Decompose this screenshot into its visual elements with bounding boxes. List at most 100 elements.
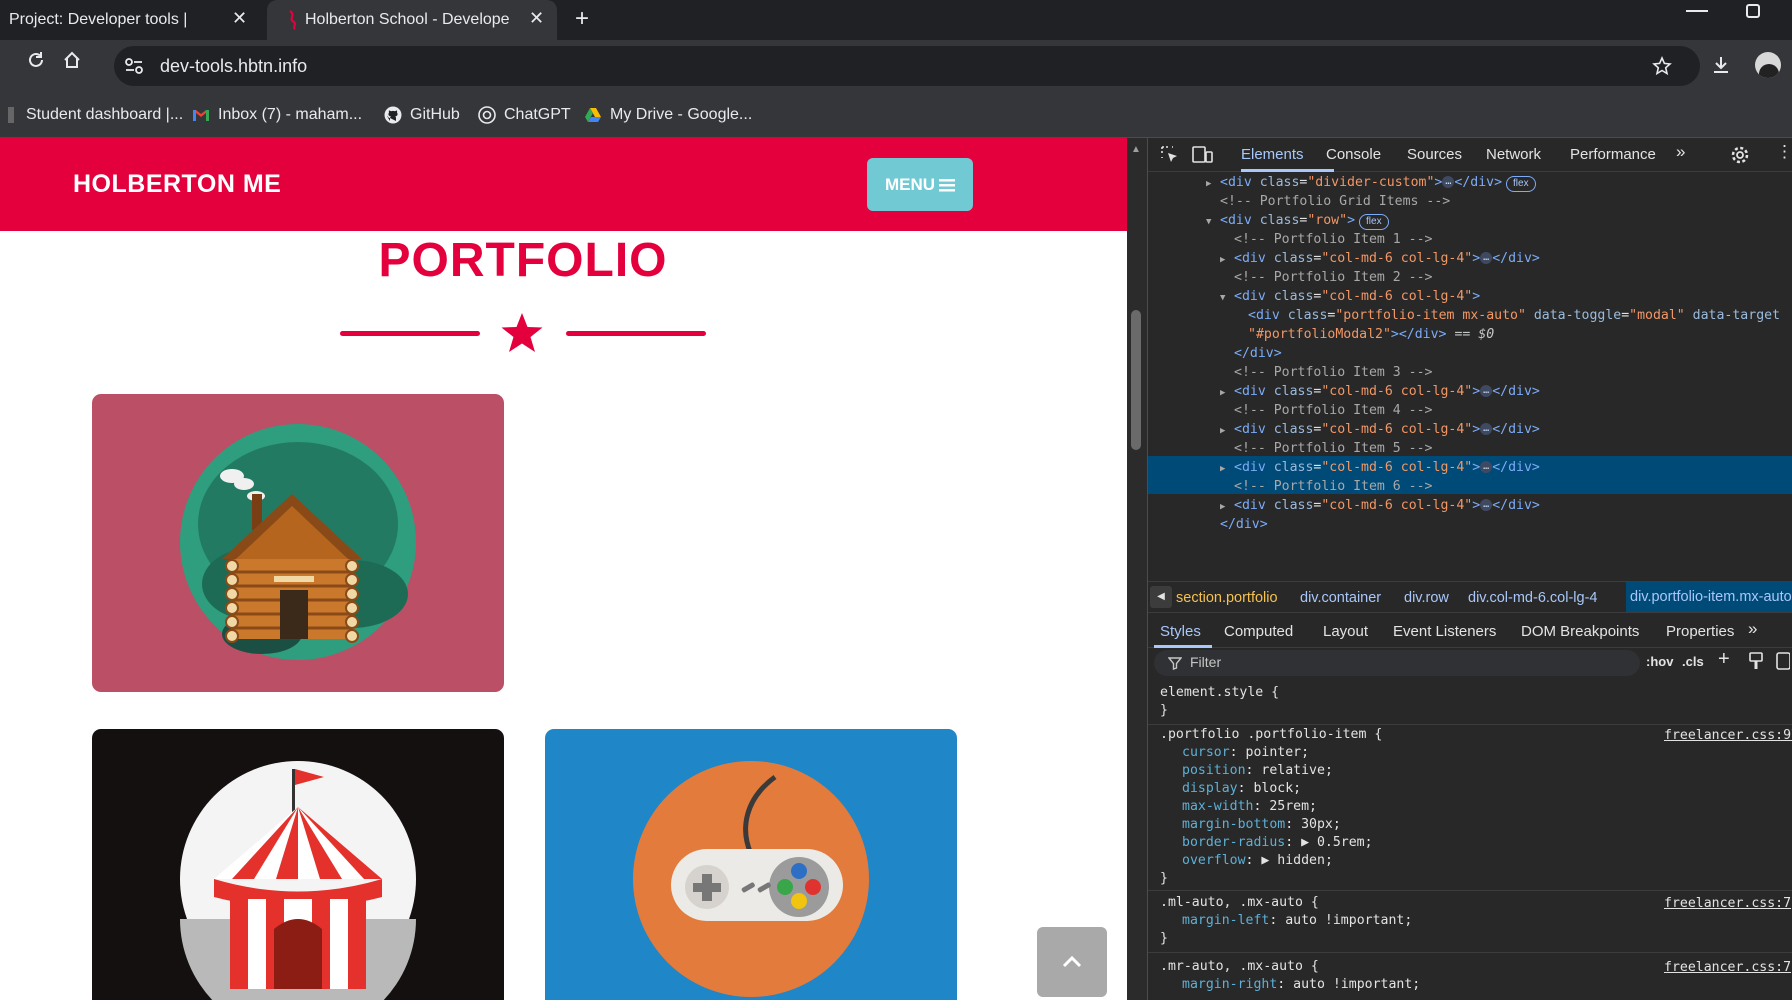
tab-network[interactable]: Network — [1486, 146, 1541, 163]
tab-event-listeners[interactable]: Event Listeners — [1393, 623, 1496, 640]
collapse-node-icon[interactable]: ▼ — [1206, 212, 1220, 233]
rule-source-link[interactable]: freelancer.css:7 — [1664, 960, 1791, 975]
new-style-rule-icon[interactable]: + — [1718, 648, 1730, 671]
minimize-window-icon[interactable] — [1686, 10, 1708, 12]
collapsed-children-icon[interactable]: … — [1480, 385, 1493, 397]
breadcrumb-scroll-left-icon[interactable]: ◀ — [1150, 586, 1172, 608]
css-declaration[interactable]: position: relative; — [1182, 762, 1333, 780]
dom-node-line[interactable]: </div> — [1220, 343, 1282, 364]
profile-avatar[interactable] — [1755, 52, 1781, 78]
class-toggle[interactable]: .cls — [1682, 654, 1704, 669]
rule-source-link[interactable]: freelancer.css:7 — [1664, 896, 1791, 911]
dom-node-line[interactable]: ▶ <div class="col-md-6 col-lg-4">… </div> — [1220, 381, 1540, 402]
collapsed-children-icon[interactable]: … — [1480, 461, 1493, 473]
more-subtabs-chevron-icon[interactable]: » — [1748, 619, 1757, 639]
collapsed-children-icon[interactable]: … — [1480, 252, 1493, 264]
portfolio-item-cabin[interactable] — [92, 394, 504, 692]
close-tab-icon[interactable]: ✕ — [529, 8, 544, 29]
more-tabs-chevron-icon[interactable]: » — [1676, 142, 1685, 162]
site-brand[interactable]: HOLBERTON ME — [73, 170, 281, 199]
bookmark-gmail[interactable]: Inbox (7) - maham... — [192, 92, 362, 138]
breadcrumb-item[interactable]: div.row — [1404, 590, 1449, 606]
tab-developer-tools-project[interactable]: Project: Developer tools | Holberton ✕ — [0, 0, 262, 40]
breadcrumb-item[interactable]: div.col-md-6.col-lg-4 — [1468, 590, 1597, 606]
menu-button[interactable]: MENU — [867, 158, 973, 211]
dom-node-line[interactable]: <!-- Portfolio Item 6 --> — [1220, 476, 1433, 497]
dom-node-line[interactable]: <!-- Portfolio Item 3 --> — [1220, 362, 1433, 383]
dom-node-line[interactable]: <!-- Portfolio Item 4 --> — [1220, 400, 1433, 421]
element-style-rule[interactable]: element.style { — [1160, 684, 1279, 702]
more-options-kebab-icon[interactable]: ⋮ — [1776, 142, 1792, 162]
portfolio-item-game[interactable] — [545, 729, 957, 1000]
css-declaration[interactable]: margin-bottom: 30px; — [1182, 816, 1341, 834]
css-declaration[interactable]: max-width: 25rem; — [1182, 798, 1317, 816]
bookmark-google-drive[interactable]: My Drive - Google... — [584, 92, 752, 138]
tab-console[interactable]: Console — [1326, 146, 1381, 163]
address-bar[interactable]: dev-tools.hbtn.info — [114, 46, 1700, 86]
tab-styles[interactable]: Styles — [1160, 623, 1201, 640]
rule-selector[interactable]: .mr-auto, .mx-auto { — [1160, 958, 1319, 976]
restore-window-icon[interactable] — [1746, 4, 1760, 18]
collapse-node-icon[interactable]: ▼ — [1220, 288, 1234, 309]
rule-selector[interactable]: .ml-auto, .mx-auto { — [1160, 894, 1319, 912]
dom-node-line[interactable]: ▶ <div class="col-md-6 col-lg-4">… </div> — [1220, 248, 1540, 269]
download-icon[interactable] — [1710, 54, 1732, 76]
breadcrumb-item-selected[interactable]: div.portfolio-item.mx-auto — [1626, 582, 1792, 612]
close-tab-icon[interactable]: ✕ — [232, 8, 247, 29]
dom-node-line[interactable]: <!-- Portfolio Item 1 --> — [1220, 229, 1433, 250]
css-declaration[interactable]: cursor: pointer; — [1182, 744, 1309, 762]
tab-dom-breakpoints[interactable]: DOM Breakpoints — [1521, 623, 1639, 640]
css-declaration[interactable]: display: block; — [1182, 780, 1301, 798]
tab-performance[interactable]: Performance — [1570, 146, 1656, 163]
tab-holberton-school[interactable]: Holberton School - Developer tools ✕ — [267, 0, 557, 40]
paint-brush-icon[interactable] — [1748, 652, 1764, 670]
dom-node-line[interactable]: ▶ <div class="divider-custom">… </div> flex — [1206, 172, 1536, 193]
site-info-icon[interactable] — [124, 57, 144, 75]
home-icon[interactable] — [62, 50, 82, 70]
breadcrumb-item[interactable]: div.container — [1300, 590, 1381, 606]
dom-node-line[interactable]: ▶ <div class="col-md-6 col-lg-4">… </div> — [1220, 457, 1540, 478]
dom-node-line[interactable]: <!-- Portfolio Grid Items --> — [1206, 191, 1450, 212]
flex-badge[interactable]: flex — [1359, 214, 1389, 230]
scroll-to-top-button[interactable] — [1037, 927, 1107, 997]
dom-node-line[interactable]: ▶ <div class="col-md-6 col-lg-4">… </div> — [1220, 495, 1540, 516]
styles-filter-input[interactable]: Filter — [1154, 650, 1640, 676]
css-declaration[interactable]: border-radius: ▶ 0.5rem; — [1182, 834, 1373, 852]
rule-source-link[interactable]: freelancer.css:97 — [1664, 728, 1792, 743]
breadcrumb-item[interactable]: section.portfolio — [1176, 590, 1278, 606]
scroll-up-arrow-icon[interactable]: ▲ — [1131, 144, 1141, 155]
dom-tree[interactable]: ▶ <div class="divider-custom">… </div> flex… — [1148, 172, 1792, 582]
rule-selector[interactable]: .portfolio .portfolio-item { — [1160, 726, 1382, 744]
reload-icon[interactable] — [26, 50, 46, 70]
tab-layout[interactable]: Layout — [1323, 623, 1368, 640]
dom-node-line[interactable]: <!-- Portfolio Item 2 --> — [1220, 267, 1433, 288]
dom-node-line[interactable]: "#portfolioModal2"></div> == $0 — [1234, 324, 1494, 345]
css-declaration[interactable]: margin-left: auto !important; — [1182, 912, 1412, 930]
device-toolbar-icon[interactable] — [1192, 145, 1214, 165]
page-scrollbar-thumb[interactable] — [1131, 310, 1141, 450]
portfolio-item-circus[interactable] — [92, 729, 504, 1000]
dom-node-line[interactable]: ▶ <div class="col-md-6 col-lg-4">… </div> — [1220, 419, 1540, 440]
dom-node-line[interactable]: ⋯<div class="portfolio-item mx-auto" dat… — [1234, 305, 1780, 326]
collapsed-children-icon[interactable]: … — [1442, 176, 1455, 188]
new-tab-button[interactable]: + — [570, 0, 594, 40]
inspect-element-icon[interactable] — [1160, 145, 1180, 165]
css-declaration[interactable]: margin-right: auto !important; — [1182, 976, 1420, 994]
settings-gear-icon[interactable] — [1730, 145, 1750, 165]
hover-state-toggle[interactable]: :hov — [1646, 654, 1673, 669]
dom-node-line[interactable]: ▼ <div class="col-md-6 col-lg-4"> — [1220, 286, 1480, 307]
collapsed-children-icon[interactable]: … — [1480, 423, 1493, 435]
bookmark-student-dashboard[interactable]: Student dashboard |... — [8, 92, 183, 138]
toggle-sidebar-icon[interactable] — [1776, 652, 1790, 670]
dom-node-line[interactable]: </div> — [1206, 514, 1268, 535]
page-scrollbar[interactable]: ▲ — [1127, 138, 1147, 1000]
bookmark-star-icon[interactable] — [1652, 56, 1672, 76]
dom-node-line[interactable]: ▼ <div class="row"> flex — [1206, 210, 1389, 231]
tab-computed[interactable]: Computed — [1224, 623, 1293, 640]
bookmark-chatgpt[interactable]: ChatGPT — [478, 92, 571, 138]
tab-sources[interactable]: Sources — [1407, 146, 1462, 163]
flex-badge[interactable]: flex — [1506, 176, 1536, 192]
collapsed-children-icon[interactable]: … — [1480, 499, 1493, 511]
bookmark-github[interactable]: GitHub — [384, 92, 460, 138]
dom-node-line[interactable]: <!-- Portfolio Item 5 --> — [1220, 438, 1433, 459]
